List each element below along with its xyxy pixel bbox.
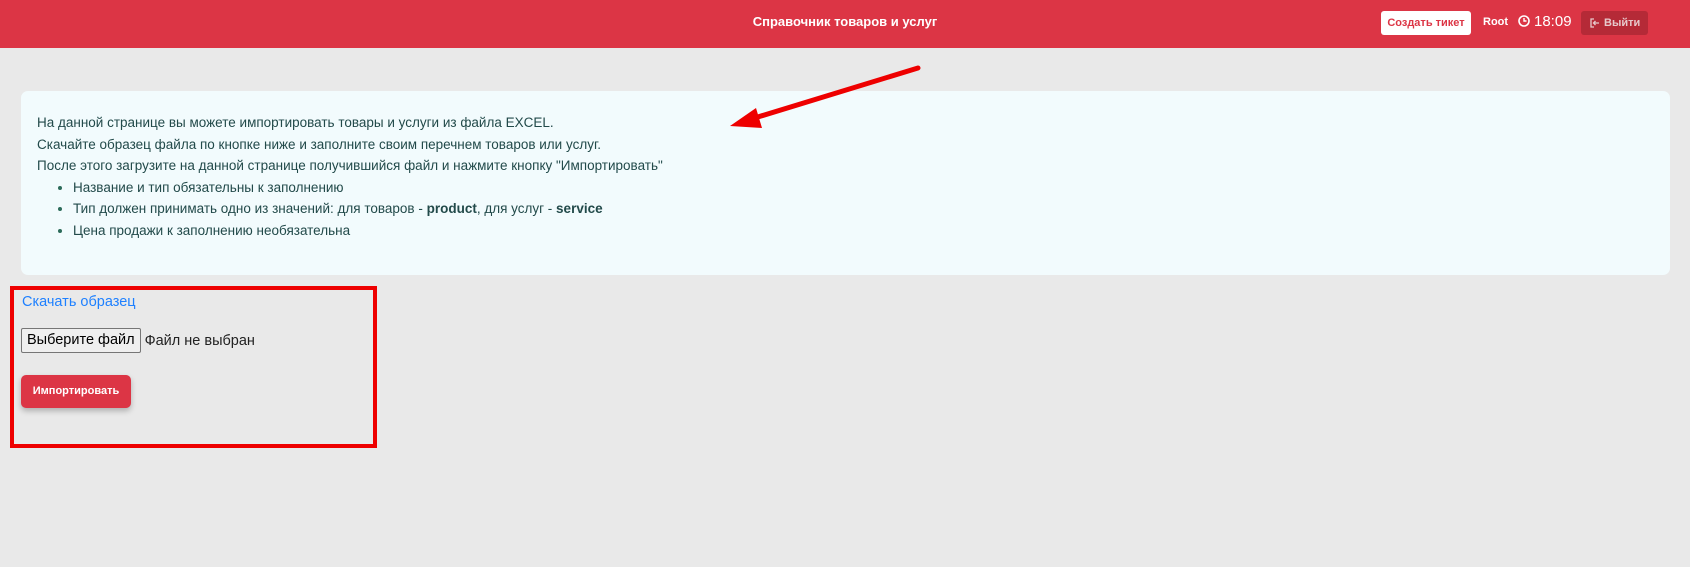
download-sample-link[interactable]: Скачать образец bbox=[22, 294, 136, 310]
clock-icon bbox=[1518, 15, 1530, 27]
top-navbar: Справочник товаров и услуг Создать тикет… bbox=[0, 0, 1690, 48]
product-keyword: product bbox=[426, 201, 477, 217]
import-button[interactable]: Импортировать bbox=[21, 375, 131, 408]
file-status: Файл не выбран bbox=[144, 332, 255, 349]
user-name: Root bbox=[1483, 16, 1509, 28]
create-ticket-button[interactable]: Создать тикет bbox=[1381, 11, 1471, 35]
logout-label: Выйти bbox=[1604, 17, 1641, 29]
requirement-item: Название и тип обязательны к заполнению bbox=[73, 177, 1654, 199]
logout-button[interactable]: Выйти bbox=[1581, 11, 1648, 35]
requirement-item: Тип должен принимать одно из значений: д… bbox=[73, 198, 1654, 220]
instruction-line-2: Скачайте образец файла по кнопке ниже и … bbox=[37, 136, 601, 152]
current-time: 18:09 bbox=[1534, 13, 1572, 30]
requirement-item: Цена продажи к заполнению необязательна bbox=[73, 220, 1654, 242]
annotation-highlight-box bbox=[10, 286, 377, 448]
requirement-type-prefix: Тип должен принимать одно из значений: д… bbox=[73, 201, 427, 217]
instruction-line-3: После этого загрузите на данной странице… bbox=[37, 158, 663, 174]
service-keyword: service bbox=[556, 201, 603, 217]
requirement-type-middle: , для услуг - bbox=[476, 201, 557, 217]
file-input[interactable]: Выберите файл Файл не выбран bbox=[21, 328, 255, 353]
requirements-list: Название и тип обязательны к заполнению … bbox=[37, 177, 1654, 242]
exit-icon bbox=[1590, 18, 1599, 28]
choose-file-button[interactable]: Выберите файл bbox=[21, 328, 141, 353]
annotation-arrow bbox=[730, 65, 921, 128]
